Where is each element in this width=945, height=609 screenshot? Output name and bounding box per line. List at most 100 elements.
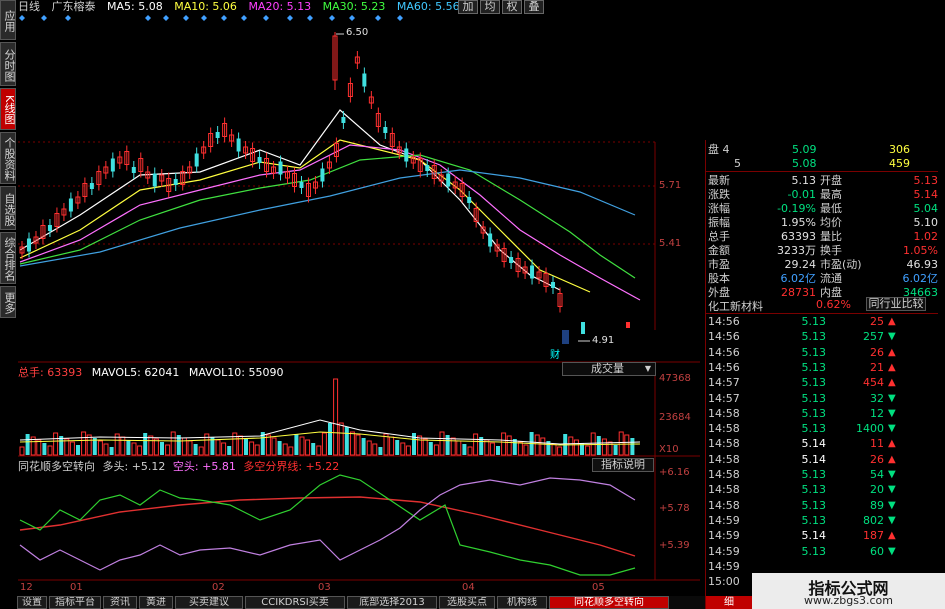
tab-settings[interactable]: 设置 [17,596,47,609]
volume-header: 总手: 63393 MAVOL5: 62041 MAVOL10: 55090 [18,364,283,380]
volume-bar [305,439,311,456]
arrow-down-icon: ▼ [888,514,896,526]
date-axis-label: 05 [592,582,605,593]
candle-body [581,322,585,334]
volume-bar [361,438,366,455]
tab-trade-advice[interactable]: 买卖建议 [175,596,243,609]
field-label: 换手 [820,244,842,257]
detail-tab[interactable]: 细 [706,596,752,609]
indicator-axis-label: +6.16 [659,467,690,478]
volume-bar [489,442,495,456]
industry-name[interactable]: 化工新材料 [708,298,763,314]
arrow-down-icon: ▼ [888,407,896,419]
volume-bar [506,435,512,456]
field-value: 5.04 [913,202,939,215]
candle-body [488,233,493,247]
volume-bar [428,442,433,455]
volume-bar [47,445,53,456]
price-axis-label: 5.71 [659,180,682,191]
indicator-name[interactable]: 同花顺多空转向 [18,460,95,473]
date-axis-label: 12 [20,582,33,593]
tab-indicator-platform[interactable]: 指标平台 [49,596,101,609]
volume-bar [42,443,47,455]
tick-time: 14:57 [708,391,740,405]
tick-volume: 1400 [856,422,884,436]
tab-bottom-select[interactable]: 底部选择2013 [347,596,437,609]
tick-volume: 89 [870,498,884,512]
tab-institution-line[interactable]: 机构线 [497,596,547,609]
volume-bar [551,443,557,456]
volume-bar [613,445,618,455]
volume-indicator-select[interactable]: 成交量 ▼ [562,362,656,376]
candle-body [626,322,630,328]
tick-volume: 11 [870,437,884,451]
field-label: 市盈 [708,258,730,271]
volume-bar [473,433,479,456]
tick-row: 14:58 5.14 26 ▲ [706,452,938,467]
volume-bar [69,441,75,456]
candle-body [299,182,304,188]
arrow-up-icon: ▲ [888,438,896,450]
tick-time: 14:56 [708,330,740,344]
field-label: 最高 [820,188,842,201]
tick-price: 5.14 [801,437,827,451]
volume-bar [630,438,635,455]
volume-bar [193,444,198,455]
diamond-marker [349,15,355,21]
high-price-label: 6.50 [346,27,369,38]
volume-bar [624,434,630,456]
volume-bar [148,435,154,456]
tick-row: 14:58 5.14 11 ▲ [706,436,938,451]
indicator-split: 多空分界线: +5.22 [243,460,340,473]
tick-time: 14:59 [708,529,740,543]
volume-bar [366,440,372,456]
volume-bar [445,435,450,455]
volume-total: 总手: 63393 [18,366,83,379]
field-value: 6.02亿 [780,272,817,285]
volume-bar [557,446,563,456]
tab-huangjin[interactable]: 黄进 [139,596,173,609]
tick-price: 5.13 [801,498,827,512]
quote-field-row: 最新 5.13 开盘 5.13 [706,173,938,188]
volume-bar [25,434,30,455]
tick-row: 14:56 5.13 26 ▲ [706,345,938,360]
indicator-explain-button[interactable]: 指标说明 [592,458,654,472]
industry-compare-button[interactable]: 同行业比较 [866,297,926,311]
field-label: 开盘 [820,174,842,187]
volume-bar [76,445,80,455]
industry-row: 化工新材料 0.62% 同行业比较 [706,297,938,313]
bid-label: 盘 4 [708,143,730,156]
tick-row: 14:59 [706,559,938,574]
watermark-url: www.zbgs3.com [804,594,893,607]
candle-body [26,238,31,252]
tab-ths-long-short[interactable]: 同花顺多空转向 [549,596,669,609]
tick-row: 14:56 5.13 257 ▼ [706,329,938,344]
trade-ticks: 14:56 5.13 25 ▲ 14:56 5.13 257 ▼ 14:56 5.13 26 ▲ 14:… [706,314,938,596]
candle-body [257,157,262,163]
indicator-axis-label: +5.78 [659,503,690,514]
volume-axis-unit: X10 [659,444,679,455]
arrow-up-icon: ▲ [888,361,896,373]
event-markers [19,15,403,21]
ma5-line [19,109,561,291]
field-value: 5.10 [913,216,939,229]
diamond-marker [397,15,403,21]
volume-bar [590,432,596,456]
volume-bar [596,436,601,455]
tick-time: 14:58 [708,437,740,451]
diamond-marker [201,15,207,21]
candle-body [236,138,241,152]
tick-volume: 26 [870,345,884,359]
bid-price: 5.09 [792,143,817,156]
kline-chart[interactable] [0,0,706,596]
tab-ccikdrsi[interactable]: CCIKDRSI买卖 [245,596,345,609]
candle-body [467,197,472,203]
tab-buy-point[interactable]: 选股买点 [439,596,495,609]
tick-volume: 187 [863,529,884,543]
field-value: 1.02 [913,230,939,243]
tab-news[interactable]: 资讯 [103,596,137,609]
volume-bar [496,446,500,455]
diamond-marker [41,15,47,21]
volume-bar [316,445,322,456]
volume-bar [540,437,546,456]
